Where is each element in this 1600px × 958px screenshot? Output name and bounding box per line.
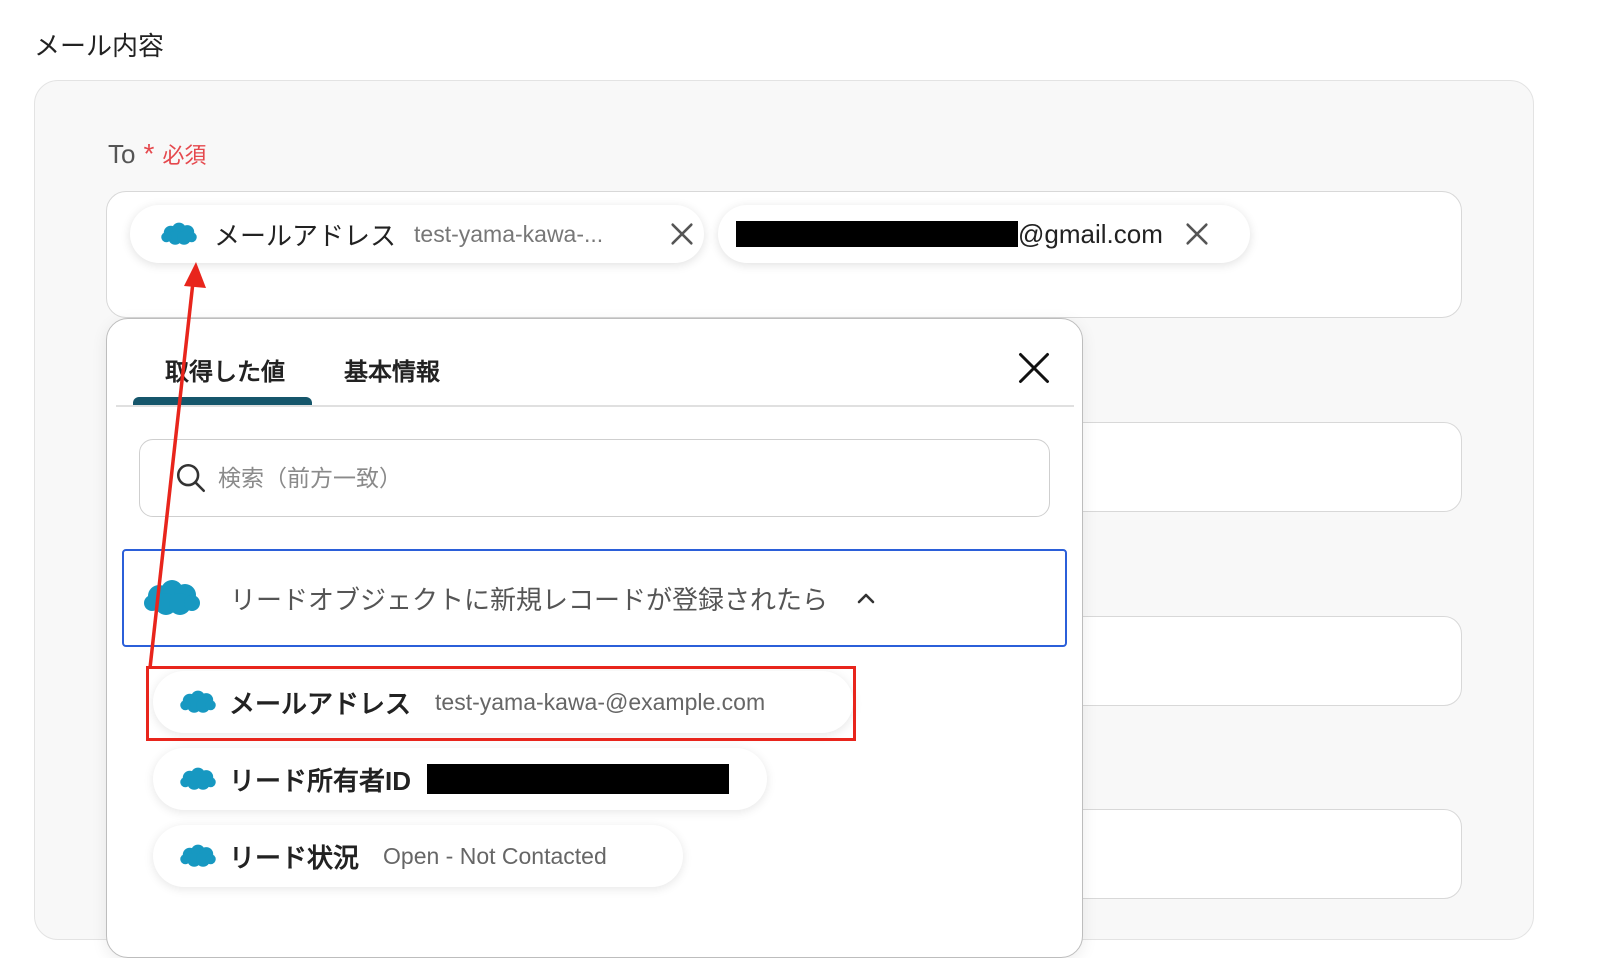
required-mark: * (143, 138, 155, 169)
tab-acquired-values[interactable]: 取得した値 (165, 352, 285, 387)
search-input[interactable] (216, 463, 1000, 493)
to-label-text: To (108, 138, 136, 169)
close-icon[interactable] (1183, 220, 1211, 248)
close-icon[interactable] (1016, 350, 1052, 386)
background-input[interactable] (1060, 422, 1462, 512)
tab-basic-info[interactable]: 基本情報 (344, 352, 440, 387)
salesforce-cloud-icon (179, 843, 217, 869)
to-chip-gmail[interactable]: @gmail.com (718, 205, 1250, 263)
background-input[interactable] (1060, 809, 1462, 899)
to-field-label: To * 必須 (108, 138, 206, 170)
redacted-block (736, 221, 1018, 247)
salesforce-cloud-icon (179, 766, 217, 792)
close-icon[interactable] (668, 220, 696, 248)
chip-label: メールアドレス (214, 220, 397, 251)
list-item[interactable]: メールアドレス test-yama-kawa-@example.com (153, 671, 853, 733)
background-input[interactable] (1060, 616, 1462, 706)
active-tab-indicator (133, 397, 312, 405)
search-box[interactable] (139, 439, 1050, 517)
group-label: リードオブジェクトに新規レコードが登録されたら (230, 584, 829, 615)
item-value: Open - Not Contacted (383, 842, 607, 869)
salesforce-cloud-icon (160, 221, 198, 247)
item-value: test-yama-kawa-@example.com (435, 688, 766, 715)
item-label: メールアドレス (229, 688, 412, 719)
chevron-up-icon (857, 593, 875, 604)
chip-value: test-yama-kawa-... (414, 220, 604, 247)
trigger-group-header[interactable]: リードオブジェクトに新規レコードが登録されたら (122, 549, 1067, 647)
tab-divider (116, 405, 1074, 407)
salesforce-cloud-icon (179, 689, 217, 715)
list-item[interactable]: リード状況 Open - Not Contacted (153, 825, 683, 887)
list-item[interactable]: リード所有者ID (153, 748, 767, 810)
section-title: メール内容 (34, 31, 165, 61)
item-label: リード所有者ID (229, 765, 412, 796)
redacted-block (427, 764, 730, 794)
required-text: 必須 (162, 143, 207, 168)
item-label: リード状況 (229, 842, 360, 873)
chip-value: @gmail.com (1018, 218, 1163, 249)
to-chip-email-variable[interactable]: メールアドレス test-yama-kawa-... (130, 205, 704, 263)
salesforce-cloud-icon (142, 577, 202, 619)
search-icon (176, 463, 206, 493)
